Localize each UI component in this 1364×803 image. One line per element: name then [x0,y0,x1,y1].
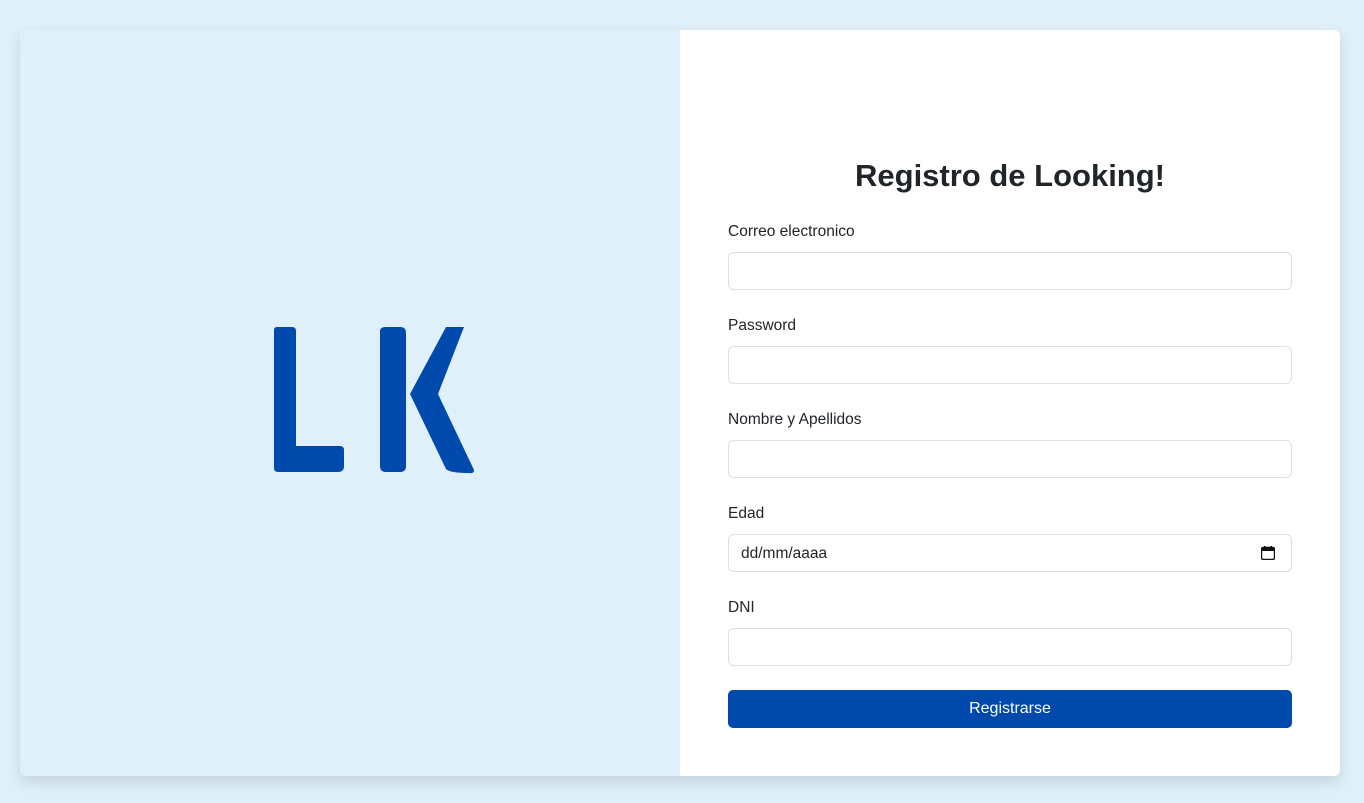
dni-input[interactable] [728,628,1292,666]
email-label: Correo electronico [728,223,855,240]
brand-panel [20,30,680,776]
age-field-group: Edad dd/mm/aaaa [728,504,1292,572]
email-input[interactable] [728,252,1292,290]
dni-label: DNI [728,599,755,616]
password-input[interactable] [728,346,1292,384]
name-input[interactable] [728,440,1292,478]
name-field-group: Nombre y Apellidos [728,410,1292,478]
lk-logo-mark [274,327,474,474]
password-label: Password [728,317,797,334]
password-field-group: Password [728,316,1292,384]
register-card: Registro de Looking! Correo electronico … [20,30,1340,776]
name-label: Nombre y Apellidos [728,411,862,428]
age-label: Edad [728,505,765,522]
dni-field-group: DNI [728,598,1292,666]
email-field-group: Correo electronico [728,222,1292,290]
age-date-input[interactable]: dd/mm/aaaa [728,534,1292,572]
calendar-icon[interactable] [1261,546,1275,560]
form-title: Registro de Looking! [855,158,1165,193]
lk-logo [250,326,480,476]
age-date-placeholder: dd/mm/aaaa [741,545,828,562]
register-button[interactable]: Registrarse [728,690,1292,728]
form-panel: Registro de Looking! Correo electronico … [680,30,1340,776]
